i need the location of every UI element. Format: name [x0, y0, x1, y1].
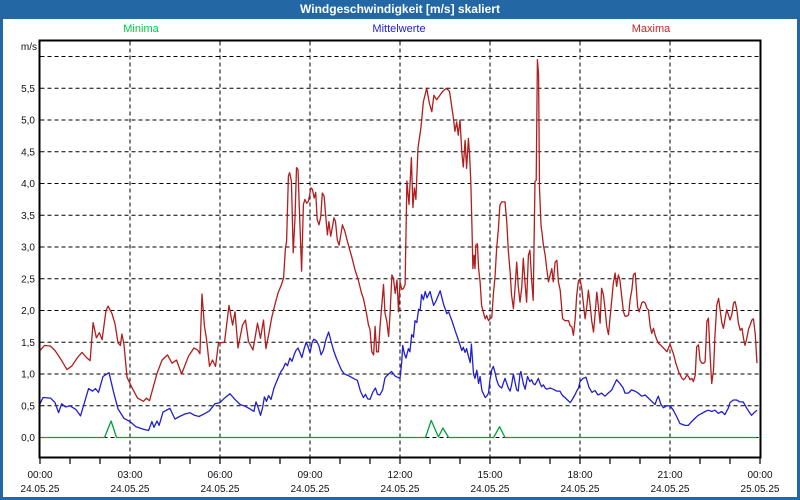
x-tick-date-label: 24.05.25: [381, 484, 420, 495]
minima-line: [40, 419, 757, 439]
y-tick-label: 0,0: [21, 433, 35, 444]
y-tick-label: 5,0: [21, 116, 35, 127]
y-tick-label: 3,5: [21, 211, 35, 222]
x-tick-time-label: 21:00: [657, 470, 682, 481]
x-tick-time-label: 15:00: [477, 470, 502, 481]
x-tick-time-label: 06:00: [207, 470, 232, 481]
x-tick-time-label: 12:00: [387, 470, 412, 481]
x-tick-date-label: 24.05.25: [201, 484, 240, 495]
y-tick-label: 3,0: [21, 243, 35, 254]
x-tick-date-label: 24.05.25: [291, 484, 330, 495]
x-tick-date-label: 24.05.25: [561, 484, 600, 495]
x-tick-time-label: 09:00: [297, 470, 322, 481]
app-window: 0,0 0,5 1,0 1,5 2,0 2,5 3,0 3,5 4,0 4,5 5,0 5,5 00:0…: [0, 0, 800, 500]
chart-legend: Minima Mittelwerte Maxima: [0, 23, 800, 37]
y-tick-label: 2,5: [21, 274, 35, 285]
wind-speed-chart: 0,0 0,5 1,0 1,5 2,0 2,5 3,0 3,5 4,0 4,5 5,0 5,5 00:0…: [21, 39, 780, 495]
legend-item-mittelwerte: Mittelwerte: [372, 23, 426, 35]
x-tick-time-label: 00:00: [747, 470, 772, 481]
x-tick-time-label: 18:00: [567, 470, 592, 481]
y-tick-label: 4,0: [21, 179, 35, 190]
x-tick-date-label: 24.05.25: [111, 484, 150, 495]
x-tick-time-label: 00:00: [27, 470, 52, 481]
window-titlebar[interactable]: Windgeschwindigkeit [m/s] skaliert: [0, 0, 800, 19]
x-tick-date-label: 24.05.25: [651, 484, 690, 495]
maxima-line: [39, 59, 758, 402]
y-tick-label: 1,5: [21, 338, 35, 349]
x-tick-date-label: 24.05.25: [21, 484, 60, 495]
window-title: Windgeschwindigkeit [m/s] skaliert: [300, 2, 500, 16]
y-tick-label: 1,0: [21, 370, 35, 381]
y-tick-label: 2,0: [21, 306, 35, 317]
x-tick-time-label: 03:00: [117, 470, 142, 481]
y-tick-label: 5,5: [21, 84, 35, 95]
legend-item-maxima: Maxima: [631, 23, 671, 35]
y-tick-label: 4,5: [21, 147, 35, 158]
x-tick-date-label: 24.05.25: [471, 484, 510, 495]
y-tick-label: 0,5: [21, 401, 35, 412]
x-tick-date-label: 25.05.25: [741, 484, 780, 495]
legend-item-minima: Minima: [123, 23, 159, 35]
y-axis-unit-label: m/s: [21, 42, 37, 53]
